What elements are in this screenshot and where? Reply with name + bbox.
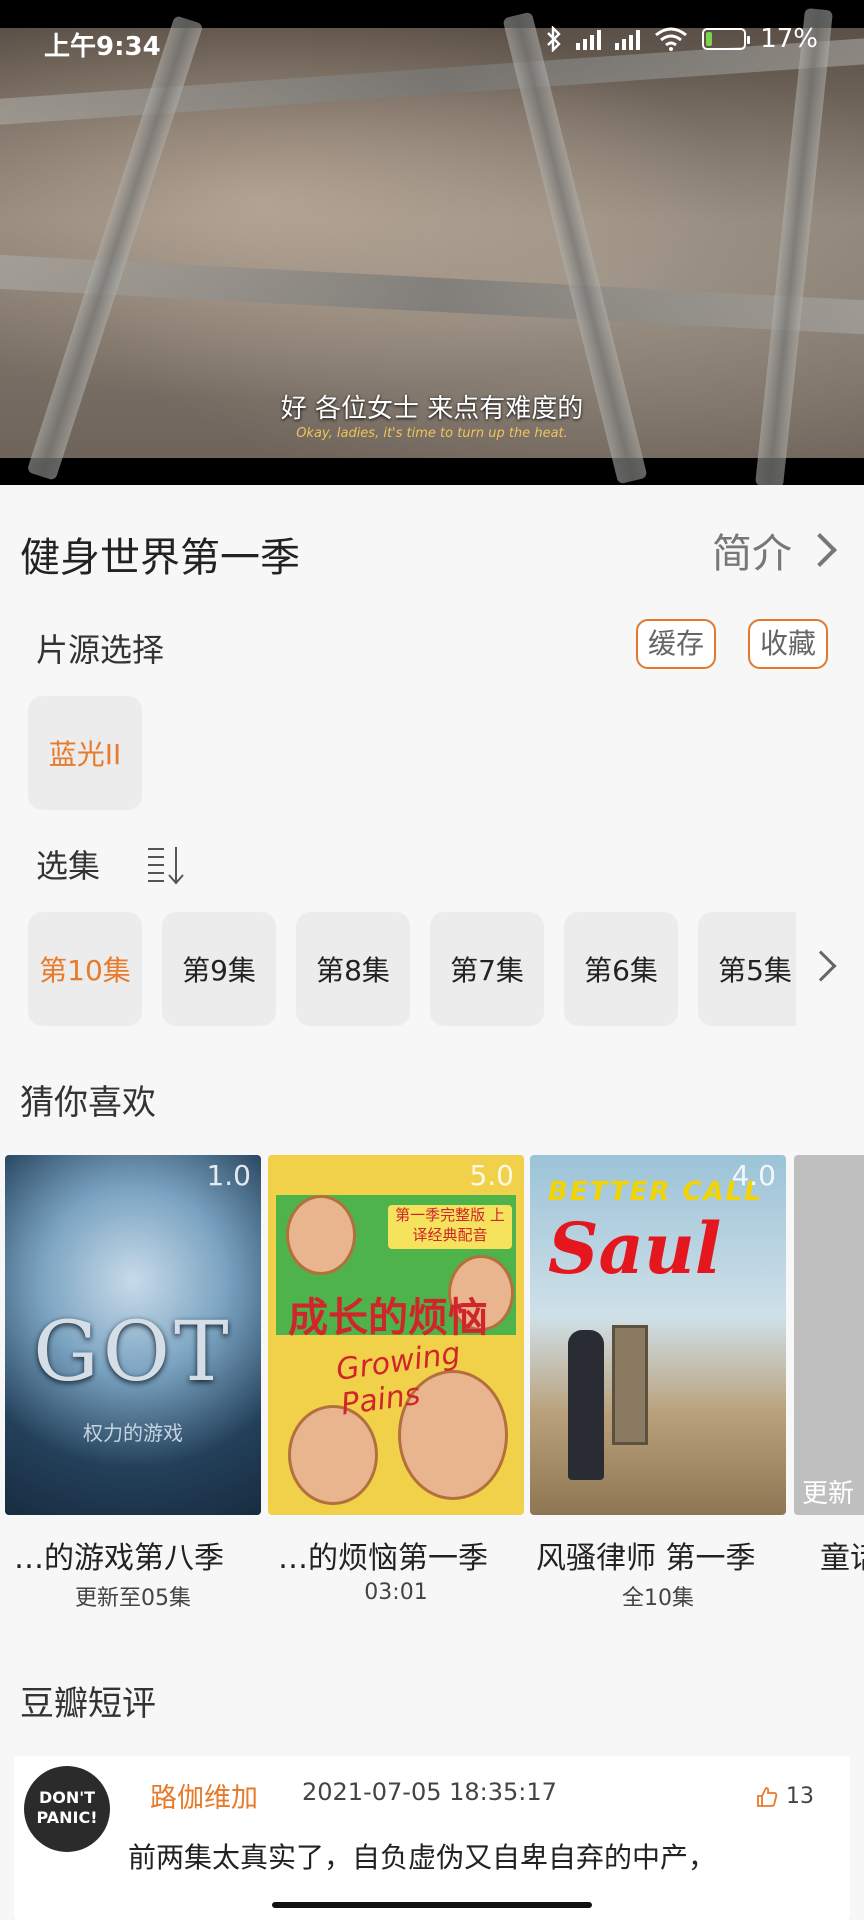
episode-item[interactable]: 第5集	[698, 912, 796, 1026]
bluetooth-icon	[547, 26, 561, 52]
home-indicator[interactable]	[272, 1902, 592, 1908]
review-timestamp: 2021-07-05 18:35:17	[302, 1778, 557, 1806]
recommend-poster[interactable]: GOT 权力的游戏 1.0	[5, 1155, 261, 1515]
video-scene-truss	[0, 252, 864, 338]
recommend-list[interactable]: GOT 权力的游戏 1.0 …的游戏第八季 更新至05集 第一季完整版 上译经典…	[0, 1155, 864, 1615]
cache-button[interactable]: 缓存	[636, 619, 717, 669]
wifi-icon	[655, 27, 688, 51]
review-card[interactable]: DON'T PANIC! 路伽维加 2021-07-05 18:35:17 13…	[14, 1756, 850, 1920]
title-row: 健身世界第一季 简介	[0, 515, 864, 585]
video-subtitle-en: Okay, ladies, it's time to turn up the h…	[296, 426, 568, 441]
poster-art	[612, 1325, 648, 1445]
avatar[interactable]: DON'T PANIC!	[24, 1766, 110, 1852]
episode-item[interactable]: 第8集	[296, 912, 410, 1026]
video-subtitle-cn: 好 各位女士 来点有难度的	[280, 394, 584, 424]
page-title: 健身世界第一季	[20, 535, 300, 581]
recommend-title: 猜你喜欢	[20, 1083, 156, 1123]
poster-title[interactable]: 童话	[820, 1533, 864, 1577]
source-label: 片源选择	[36, 631, 165, 669]
chevron-right-icon	[805, 950, 837, 982]
poster-overlay: 更新	[802, 1479, 855, 1509]
recommend-poster[interactable]: 第一季完整版 上译经典配音 成长的烦恼 Growing Pains 5.0	[268, 1155, 524, 1515]
battery-icon	[702, 28, 751, 50]
poster-art	[286, 1195, 356, 1275]
poster-subtitle: 03:01	[364, 1580, 428, 1605]
chevron-right-icon	[803, 533, 837, 567]
status-bar: 上午9:34 17%	[0, 0, 864, 84]
status-icons: 17%	[546, 24, 818, 54]
status-time: 上午9:34	[44, 32, 161, 62]
source-option[interactable]: 蓝光II	[28, 696, 142, 810]
poster-subtitle: 全10集	[622, 1586, 694, 1611]
reviews-title: 豆瓣短评	[20, 1684, 156, 1724]
episode-item[interactable]: 第7集	[430, 912, 544, 1026]
poster-logo-text: GOT	[33, 1305, 233, 1400]
battery-percent: 17%	[760, 24, 818, 54]
poster-title[interactable]: …的烦恼第一季	[278, 1533, 488, 1577]
episodes-label: 选集	[36, 847, 101, 885]
review-text: 前两集太真实了，自负虚伪又自卑自弃的中产，	[128, 1841, 717, 1874]
poster-subtitle: 更新至05集	[75, 1586, 191, 1611]
favorite-button[interactable]: 收藏	[748, 619, 829, 669]
episode-item[interactable]: 第10集	[28, 912, 142, 1026]
intro-label: 简介	[712, 531, 792, 577]
episode-item[interactable]: 第6集	[564, 912, 678, 1026]
poster-tag-text: 第一季完整版 上译经典配音	[388, 1205, 512, 1249]
battery-level	[706, 32, 713, 46]
poster-subtitle-text: 权力的游戏	[83, 1421, 183, 1445]
source-row: 片源选择 缓存 收藏	[0, 615, 864, 675]
poster-title[interactable]: 风骚律师 第一季	[536, 1533, 756, 1577]
poster-score: 4.0	[731, 1159, 776, 1192]
signal-icon	[576, 28, 602, 50]
poster-logo-text: 成长的烦恼	[288, 1295, 488, 1341]
signal-icon	[615, 28, 641, 50]
review-username[interactable]: 路伽维加	[150, 1776, 258, 1815]
poster-art	[288, 1405, 378, 1505]
review-like-count: 13	[786, 1784, 814, 1809]
recommend-poster[interactable]: 更新	[794, 1155, 864, 1515]
intro-button[interactable]: 简介	[712, 521, 837, 579]
recommend-poster[interactable]: BETTER CALL Saul 4.0	[530, 1155, 786, 1515]
poster-logo-text: Saul	[548, 1207, 722, 1290]
episode-next-button[interactable]	[805, 950, 837, 982]
poster-title[interactable]: …的游戏第八季	[14, 1533, 224, 1577]
episode-item[interactable]: 第9集	[162, 912, 276, 1026]
episode-list[interactable]: 第10集 第9集 第8集 第7集 第6集 第5集	[0, 912, 796, 1028]
episodes-row: 选集	[0, 835, 864, 895]
poster-score: 5.0	[469, 1159, 514, 1192]
poster-art	[568, 1330, 604, 1480]
thumbs-up-icon	[757, 1786, 778, 1807]
review-like-button[interactable]: 13	[756, 1784, 814, 1809]
sort-icon[interactable]	[146, 843, 186, 887]
poster-score: 1.0	[206, 1159, 251, 1192]
